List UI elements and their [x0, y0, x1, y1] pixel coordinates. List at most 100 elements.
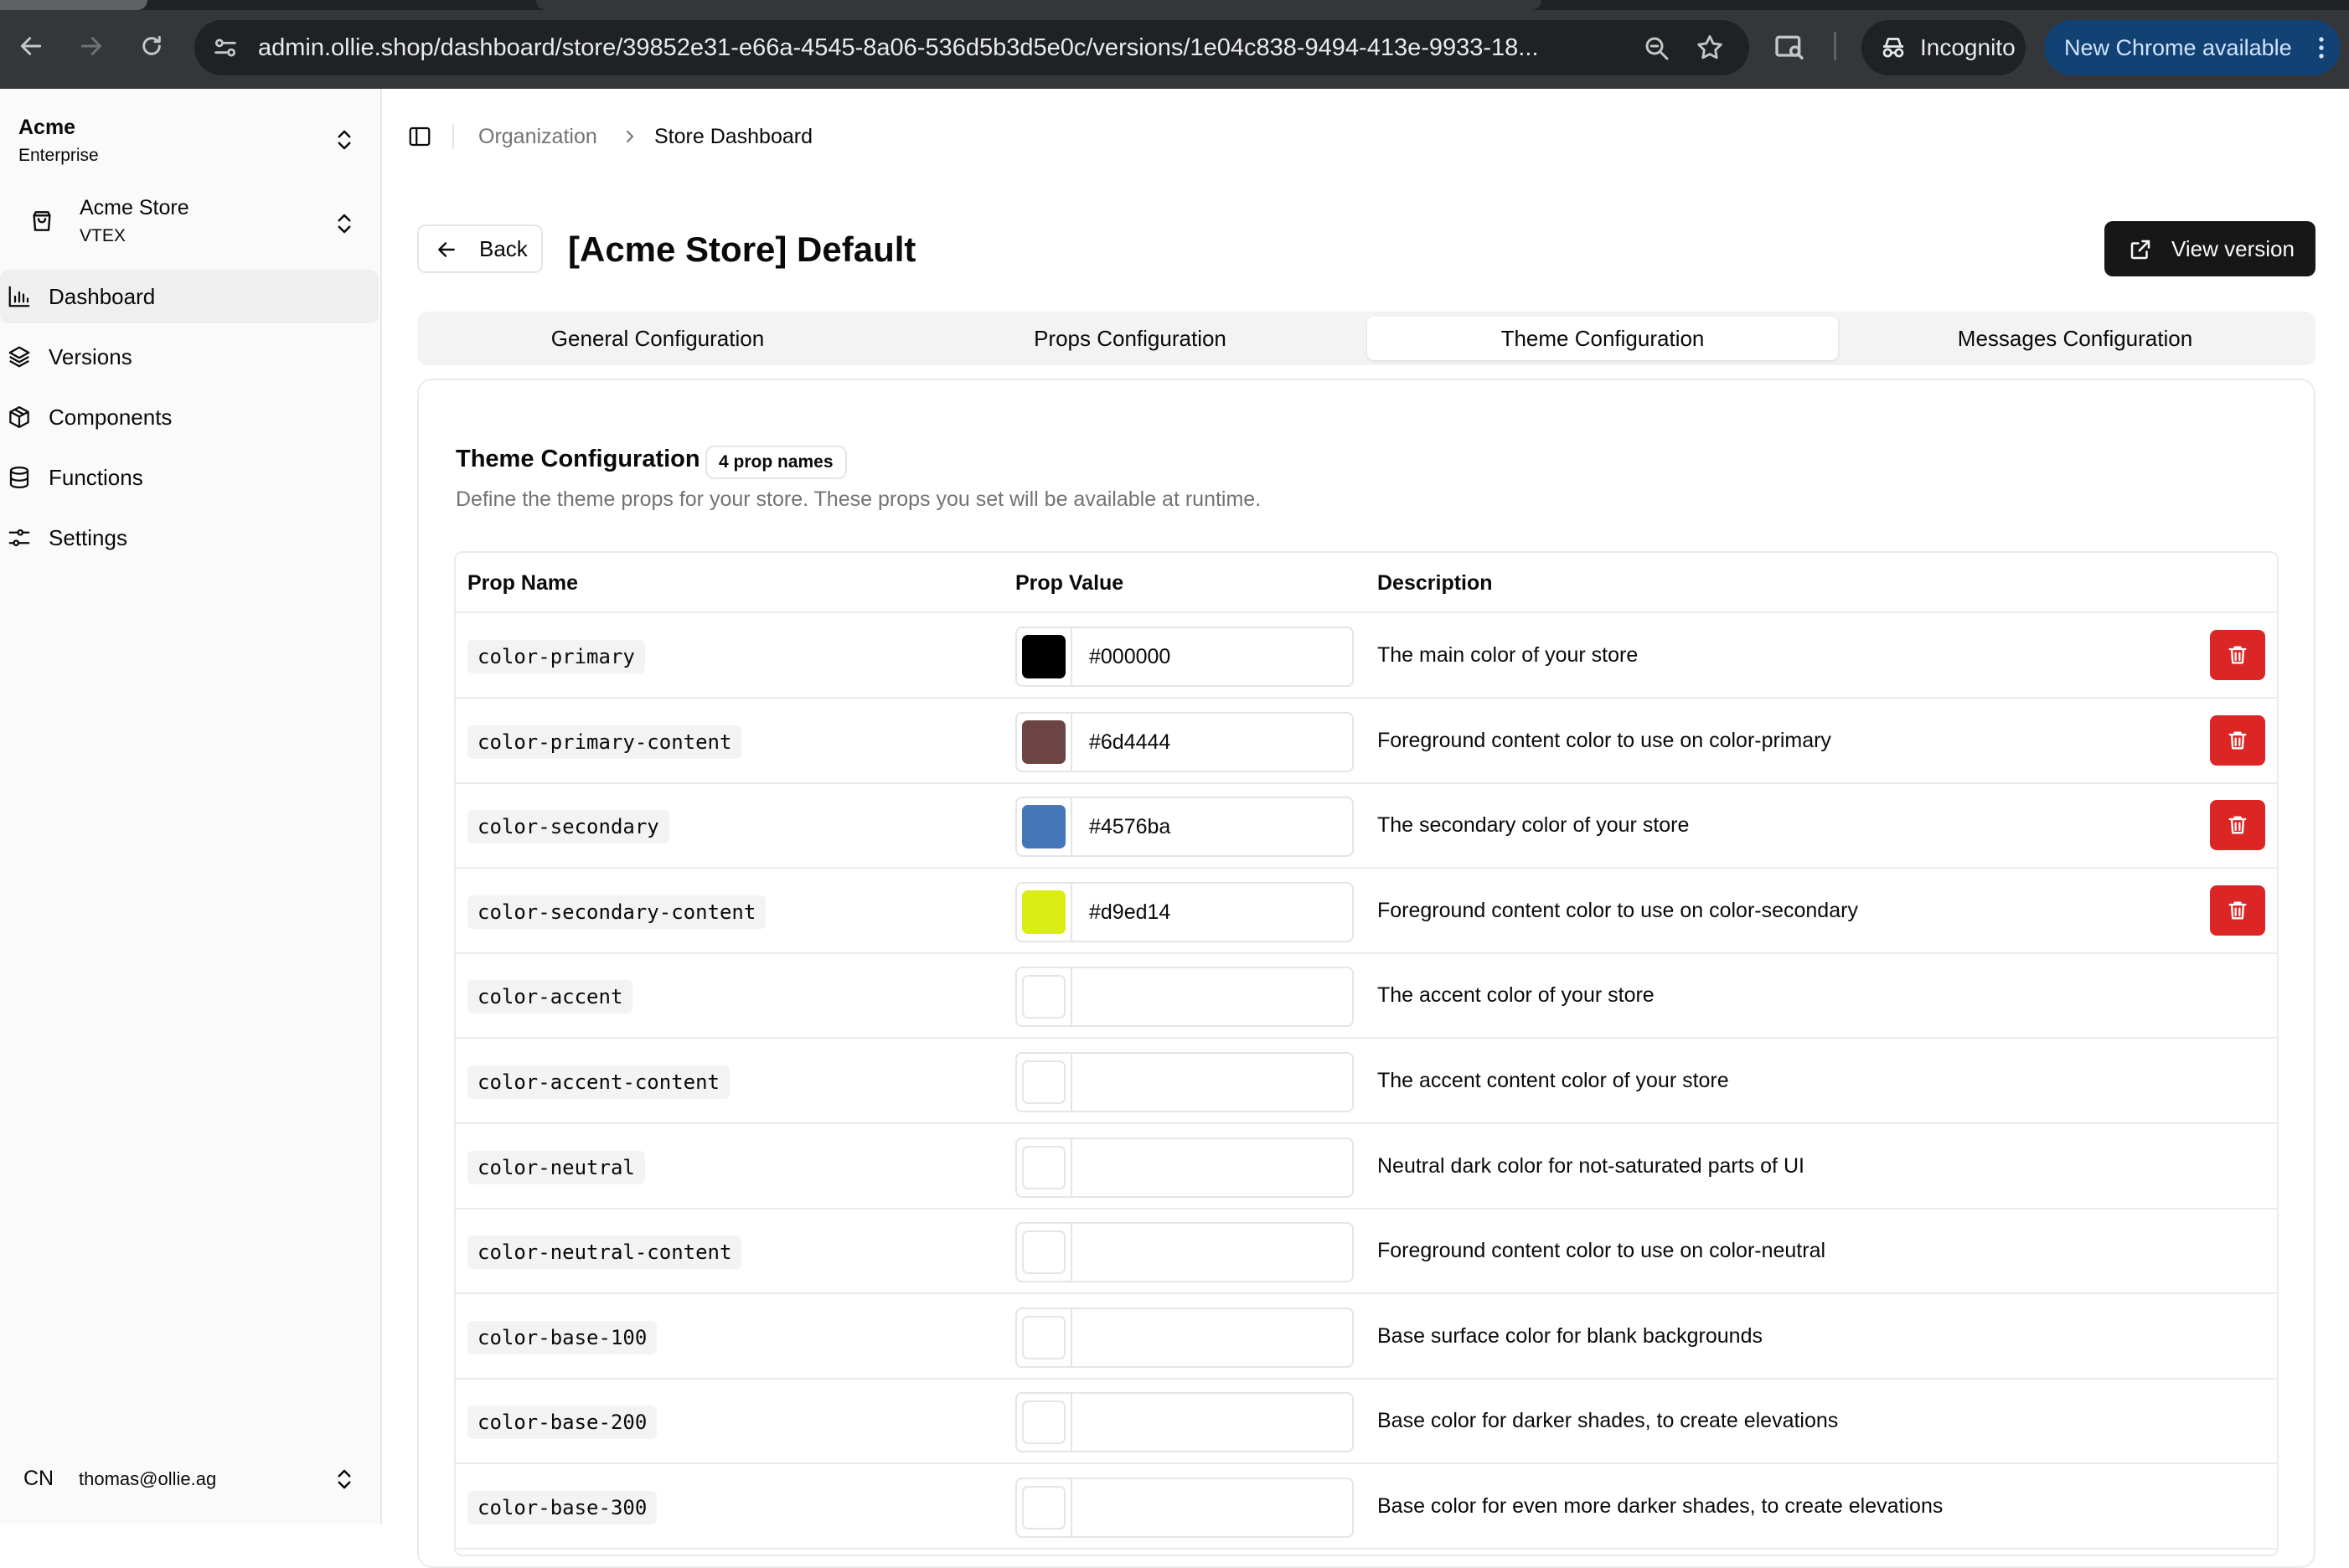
prop-value-input[interactable]: #d9ed14	[1089, 884, 1170, 941]
sidebar-item-versions[interactable]: Versions	[0, 330, 379, 384]
prop-name: color-secondary-content	[467, 895, 767, 929]
tab-previous[interactable]	[0, 0, 147, 10]
prop-value-field[interactable]: #d9ed14	[1015, 881, 1354, 942]
delete-prop-button[interactable]	[2210, 714, 2265, 766]
prop-value-field[interactable]	[1015, 1307, 1354, 1368]
tab-active[interactable]	[536, 0, 1541, 10]
delete-prop-button[interactable]	[2210, 885, 2265, 936]
prop-value-field[interactable]	[1015, 1478, 1354, 1538]
color-swatch[interactable]	[1022, 1400, 1066, 1445]
table-row: color-primary #000000 The main color of yo…	[456, 613, 2277, 699]
toolbar-divider	[1834, 32, 1836, 60]
site-settings-icon[interactable]	[211, 34, 240, 62]
prop-value-input[interactable]: #6d4444	[1089, 714, 1170, 771]
prop-name: color-secondary	[467, 810, 669, 844]
zoom-icon[interactable]	[1642, 34, 1672, 64]
color-swatch[interactable]	[1022, 1060, 1066, 1104]
database-icon	[9, 467, 29, 489]
prop-name: color-base-300	[467, 1491, 658, 1524]
prop-value-input[interactable]: #4576ba	[1089, 798, 1170, 855]
table-row: color-primary-content #6d4444 Foreground c…	[456, 699, 2277, 784]
organization-switcher[interactable]: Acme Enterprise	[18, 111, 364, 169]
config-tabs: General Configuration Props Configuratio…	[417, 312, 2315, 365]
sidebar-item-label: Components	[49, 405, 173, 430]
table-row: color-neutral-content Foreground content …	[456, 1209, 2277, 1295]
browser-back-button[interactable]	[10, 25, 52, 67]
prop-count-badge: 4 prop names	[705, 446, 847, 479]
color-swatch[interactable]	[1022, 720, 1066, 764]
address-bar[interactable]: admin.ollie.shop/dashboard/store/39852e3…	[194, 20, 1749, 75]
field-divider	[1071, 1138, 1072, 1196]
chevrons-up-down-icon	[338, 1469, 351, 1489]
sidebar-item-functions[interactable]: Functions	[0, 451, 379, 504]
prop-value-field[interactable]	[1015, 1222, 1354, 1283]
browser-reload-button[interactable]	[131, 25, 173, 67]
tab-theme-configuration[interactable]: Theme Configuration	[1367, 317, 1838, 360]
sidebar-item-label: Functions	[49, 465, 143, 490]
column-header-prop-value: Prop Value	[1015, 571, 1124, 595]
prop-name: color-accent	[467, 980, 633, 1014]
address-bar-url[interactable]: admin.ollie.shop/dashboard/store/39852e3…	[258, 20, 1632, 75]
browser-forward-button[interactable]	[70, 25, 112, 67]
incognito-indicator[interactable]: Incognito	[1861, 20, 2026, 75]
view-version-button[interactable]: View version	[2104, 221, 2315, 276]
table-row: color-secondary-content #d9ed14 Foreground…	[456, 869, 2277, 954]
sidebar: Acme Enterprise Acme Store VTEX Dashboar…	[0, 89, 382, 1524]
delete-prop-button[interactable]	[2210, 800, 2265, 851]
sidebar-item-components[interactable]: Components	[0, 390, 379, 444]
tab-props-configuration[interactable]: Props Configuration	[895, 317, 1366, 360]
sliders-icon	[8, 529, 30, 547]
color-swatch[interactable]	[1022, 1145, 1066, 1189]
sidebar-item-dashboard[interactable]: Dashboard	[0, 270, 379, 323]
organization-plan: Enterprise	[18, 146, 99, 165]
package-icon	[9, 406, 29, 428]
sidebar-item-settings[interactable]: Settings	[0, 511, 379, 565]
back-button[interactable]: Back	[417, 224, 543, 273]
tab-general-configuration[interactable]: General Configuration	[422, 317, 893, 360]
color-swatch[interactable]	[1022, 890, 1066, 934]
browser-toolbar: admin.ollie.shop/dashboard/store/39852e3…	[0, 0, 2349, 89]
chrome-update-button[interactable]: New Chrome available	[2044, 20, 2341, 75]
prop-description: The main color of your store	[1377, 643, 1639, 667]
bookmark-star-icon[interactable]	[1694, 32, 1726, 64]
delete-prop-button[interactable]	[2210, 630, 2265, 680]
prop-value-field[interactable]	[1015, 1137, 1354, 1198]
store-switcher[interactable]: Acme Store VTEX	[18, 191, 364, 255]
color-swatch[interactable]	[1022, 975, 1066, 1019]
trash-icon	[2228, 646, 2247, 664]
back-button-label: Back	[479, 236, 528, 261]
color-swatch[interactable]	[1022, 1315, 1066, 1359]
prop-description: Base color for darker shades, to create …	[1377, 1409, 1839, 1433]
table-row: color-accent The accent color of your sto…	[456, 953, 2277, 1039]
color-swatch[interactable]	[1022, 1486, 1066, 1529]
color-swatch[interactable]	[1022, 635, 1066, 678]
sidebar-item-label: Settings	[49, 525, 127, 550]
prop-name: color-neutral-content	[467, 1235, 742, 1270]
sidebar-toggle-icon[interactable]	[407, 124, 432, 149]
tab-messages-configuration[interactable]: Messages Configuration	[1840, 317, 2310, 360]
color-swatch[interactable]	[1022, 1230, 1066, 1275]
table-row: color-base-200 Base color for darker shad…	[456, 1379, 2277, 1465]
user-menu[interactable]: CN thomas@ollie.ag	[18, 1452, 364, 1506]
arrow-left-icon	[20, 37, 42, 55]
color-swatch[interactable]	[1022, 805, 1066, 849]
prop-value-input[interactable]: #000000	[1089, 628, 1170, 685]
prop-description: The accent color of your store	[1377, 983, 1655, 1008]
external-link-icon	[2130, 240, 2150, 260]
prop-value-field[interactable]: #6d4444	[1015, 711, 1354, 772]
store-platform: VTEX	[80, 226, 126, 245]
column-header-description: Description	[1377, 571, 1493, 595]
prop-value-field[interactable]: #4576ba	[1015, 797, 1354, 858]
prop-name: color-neutral	[467, 1150, 645, 1184]
chevrons-up-down-icon	[338, 214, 351, 234]
prop-value-field[interactable]	[1015, 967, 1354, 1028]
prop-name: color-base-100	[467, 1320, 658, 1354]
google-lens-icon[interactable]	[1773, 30, 1806, 64]
prop-value-field[interactable]: #000000	[1015, 627, 1354, 687]
prop-value-field[interactable]	[1015, 1392, 1354, 1453]
prop-name: color-base-200	[467, 1406, 658, 1440]
prop-value-field[interactable]	[1015, 1052, 1354, 1112]
breadcrumb-organization[interactable]: Organization	[478, 124, 597, 149]
prop-description: Foreground content color to use on color…	[1377, 1239, 1826, 1263]
avatar: CN	[23, 1467, 54, 1490]
